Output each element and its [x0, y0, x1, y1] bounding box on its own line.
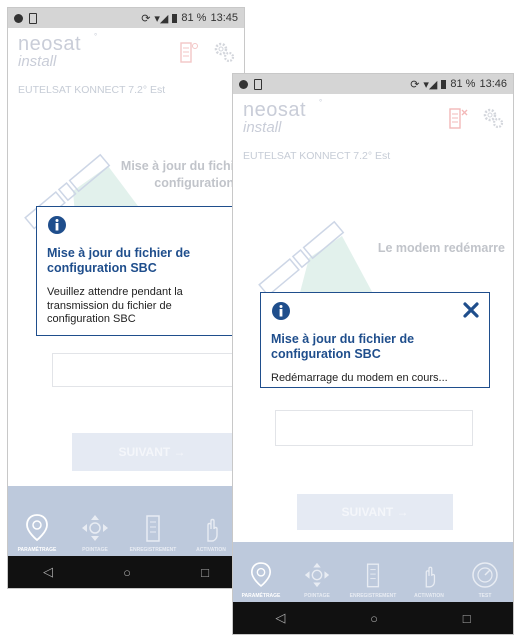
dialog-title: Mise à jour du fichier de configuration …	[271, 332, 415, 361]
modem-status-icon[interactable]	[178, 40, 200, 64]
notification-dot-icon	[14, 13, 23, 23]
clock: 13:46	[479, 78, 507, 90]
next-button[interactable]: SUIVANT →	[297, 494, 453, 530]
map-pin-icon	[251, 562, 271, 588]
battery-icon	[441, 79, 447, 89]
sync-icon: ⟳	[141, 12, 151, 25]
nav-item-test[interactable]: TEST	[457, 542, 513, 602]
neosat-logo: neosat install °	[243, 98, 323, 136]
home-circle-icon[interactable]: ○	[123, 565, 131, 580]
dialog-message: Redémarrage du modem en cours...	[271, 372, 448, 384]
sbc-update-dialog: Mise à jour du fichier de configuration …	[260, 292, 490, 388]
hand-tap-icon	[207, 518, 218, 542]
battery-percent: 81 %	[181, 12, 207, 24]
hand-tap-icon	[425, 566, 436, 588]
battery-percent: 81 %	[450, 78, 476, 90]
nav-item-pointage[interactable]: POINTAGE	[66, 486, 124, 556]
status-bar: ⟳ ▾◢ 81 % 13:46	[233, 74, 513, 94]
building-icon	[366, 563, 380, 588]
app-header: neosat install °	[8, 28, 244, 80]
back-triangle-icon[interactable]: ◁	[275, 610, 285, 626]
input-field[interactable]	[52, 353, 234, 387]
wifi-signal-icon: ▾◢	[154, 12, 169, 25]
neosat-logo: neosat install °	[18, 32, 98, 70]
nav-item-parametrage[interactable]: PARAMÉTRAGE	[8, 486, 66, 556]
notification-sim-icon	[254, 78, 262, 90]
close-x-icon[interactable]	[463, 302, 479, 318]
nav-item-enregistrement[interactable]: ENREGISTREMENT	[124, 486, 182, 556]
nav-item-parametrage[interactable]: PARAMÉTRAGE	[233, 542, 289, 602]
sync-icon: ⟳	[410, 78, 420, 91]
input-field[interactable]	[275, 410, 473, 446]
satellite-move-icon	[304, 562, 330, 588]
gauge-icon	[472, 562, 498, 588]
status-bar: ⟳ ▾◢ 81 % 13:45	[8, 8, 244, 28]
satellite-name: EUTELSAT KONNECT 7.2° Est	[18, 84, 166, 96]
battery-icon	[172, 13, 178, 23]
modem-status-icon[interactable]	[447, 106, 469, 130]
satellite-name: EUTELSAT KONNECT 7.2° Est	[243, 150, 391, 162]
nav-item-pointage[interactable]: POINTAGE	[289, 542, 345, 602]
nav-item-activation[interactable]: ACTIVATION	[401, 542, 457, 602]
bottom-nav: PARAMÉTRAGE POINTAGE ENREGISTREMENT ACTI…	[8, 486, 244, 556]
recents-square-icon[interactable]: □	[201, 565, 209, 580]
building-icon	[146, 515, 160, 542]
nav-item-enregistrement[interactable]: ENREGISTREMENT	[345, 542, 401, 602]
sbc-update-dialog: Mise à jour du fichier de configuration …	[36, 206, 236, 336]
phone-screen-2: ⟳ ▾◢ 81 % 13:46 neosat install ° EUTELSA…	[233, 74, 513, 634]
next-button[interactable]: SUIVANT →	[72, 433, 232, 471]
back-triangle-icon[interactable]: ◁	[43, 564, 53, 580]
bottom-nav: PARAMÉTRAGE POINTAGE ENREGISTREMENT ACTI…	[233, 542, 513, 602]
notification-dot-icon	[239, 79, 248, 89]
app-header: neosat install °	[233, 94, 513, 146]
android-system-bar: ◁ ○ □	[233, 602, 513, 634]
wifi-signal-icon: ▾◢	[423, 78, 438, 91]
map-pin-icon	[26, 514, 48, 542]
dialog-message: Veuillez attendre pendant la transmissio…	[47, 286, 183, 325]
dialog-title: Mise à jour du fichier de configuration …	[47, 246, 191, 275]
clock: 13:45	[210, 12, 238, 24]
nav-item-activation[interactable]: ACTIVATION	[182, 486, 240, 556]
phone-screen-1: ⟳ ▾◢ 81 % 13:45 neosat install ° EUTELSA…	[8, 8, 244, 588]
info-circle-icon	[272, 302, 290, 320]
notification-sim-icon	[29, 12, 37, 24]
settings-gears-icon[interactable]	[212, 40, 236, 64]
status-message: Mise à jour du fichier de configuration …	[120, 159, 244, 190]
status-message: Le modem redémarre	[377, 241, 505, 255]
info-circle-icon	[48, 216, 66, 234]
satellite-move-icon	[82, 515, 108, 541]
recents-square-icon[interactable]: □	[463, 611, 471, 626]
home-circle-icon[interactable]: ○	[370, 611, 378, 626]
settings-gears-icon[interactable]	[481, 106, 505, 130]
android-system-bar: ◁ ○ □	[8, 556, 244, 588]
